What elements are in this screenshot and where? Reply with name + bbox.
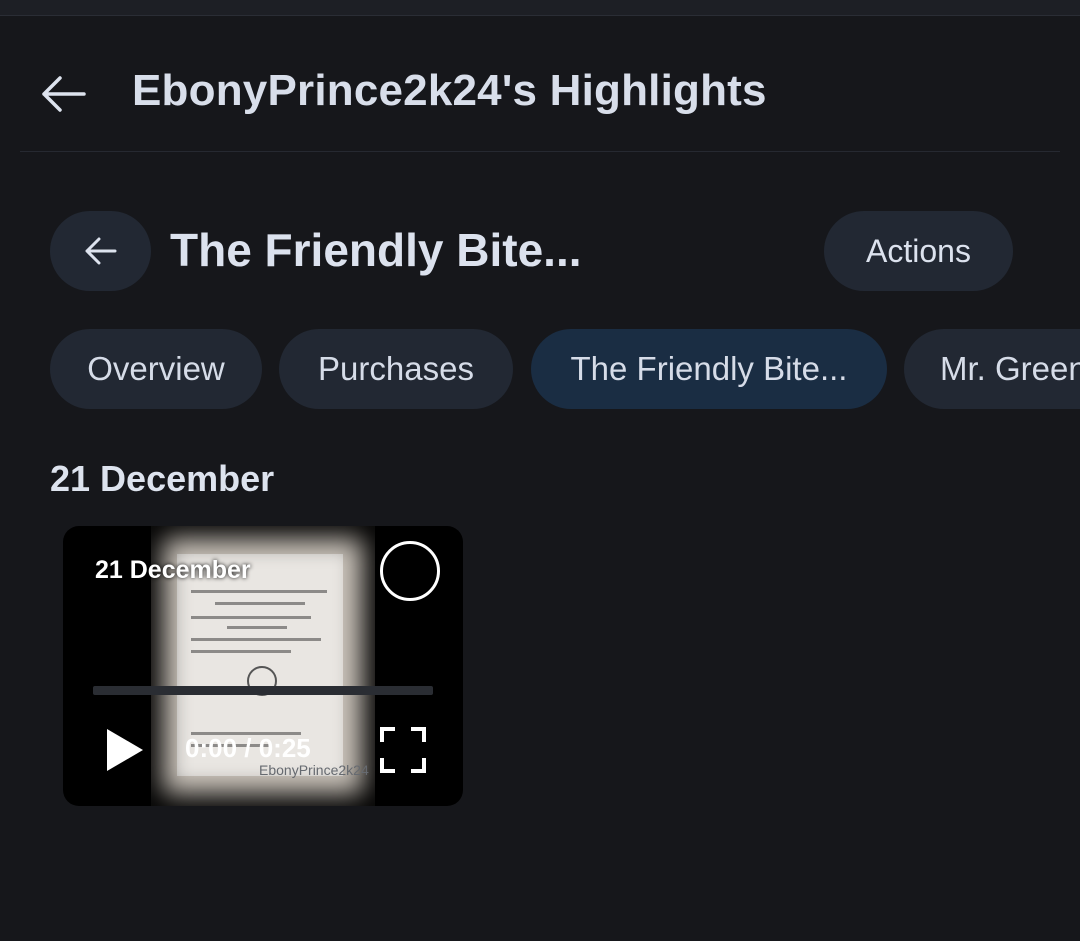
section-date-heading: 21 December [50,458,275,499]
top-status-strip [0,0,1080,16]
tab-the-friendly-bite[interactable]: The Friendly Bite... [531,329,887,409]
highlight-title: The Friendly Bite... [170,224,582,276]
video-date-label: 21 December [95,556,251,584]
tab-bar: Overview Purchases The Friendly Bite... … [50,329,1080,409]
tab-overview[interactable]: Overview [50,329,262,409]
arrow-left-icon [42,76,86,112]
sub-back-button[interactable] [50,211,151,291]
fullscreen-icon[interactable] [379,726,427,774]
sub-header: The Friendly Bite... Actions [50,211,1030,291]
tab-mr-green[interactable]: Mr. Green [904,329,1080,409]
header-back-button[interactable] [36,70,92,118]
video-progress-bar[interactable] [93,686,433,695]
arrow-left-icon [85,237,117,265]
video-owner-watermark: EbonyPrince2k24 [259,762,369,778]
actions-button[interactable]: Actions [824,211,1013,291]
page-title: EbonyPrince2k24's Highlights [132,66,767,115]
video-time: 0:00 / 0:25 [185,733,311,763]
video-card[interactable]: 21 December 0:00 / 0:25 EbonyPrince2k24 [63,526,463,806]
page-header: EbonyPrince2k24's Highlights [20,40,1060,152]
select-circle-icon[interactable] [380,541,440,601]
tab-purchases[interactable]: Purchases [279,329,513,409]
play-icon[interactable] [103,726,147,774]
